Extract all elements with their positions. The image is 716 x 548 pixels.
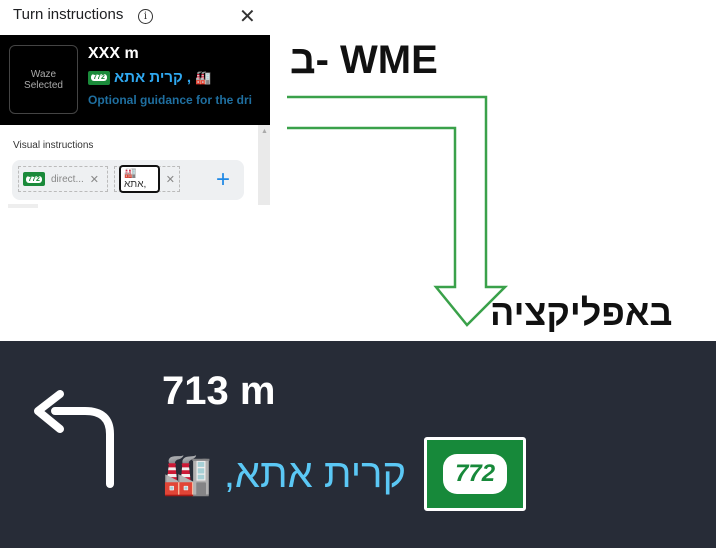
app-city: קרית אתא, [223, 451, 407, 496]
factory-icon: 🏭 [162, 452, 212, 497]
turn-left-icon [34, 390, 114, 488]
road-shield-icon: 772 [424, 437, 527, 511]
app-instruction-banner: 713 m 🏭 קרית אתא, 772 [0, 341, 716, 548]
arrow-outline [287, 95, 509, 327]
app-distance: 713 m [162, 369, 276, 413]
app-route-line: 🏭 קרית אתא, 772 [162, 437, 527, 511]
app-annotation-label: באפליקציה [490, 292, 673, 333]
